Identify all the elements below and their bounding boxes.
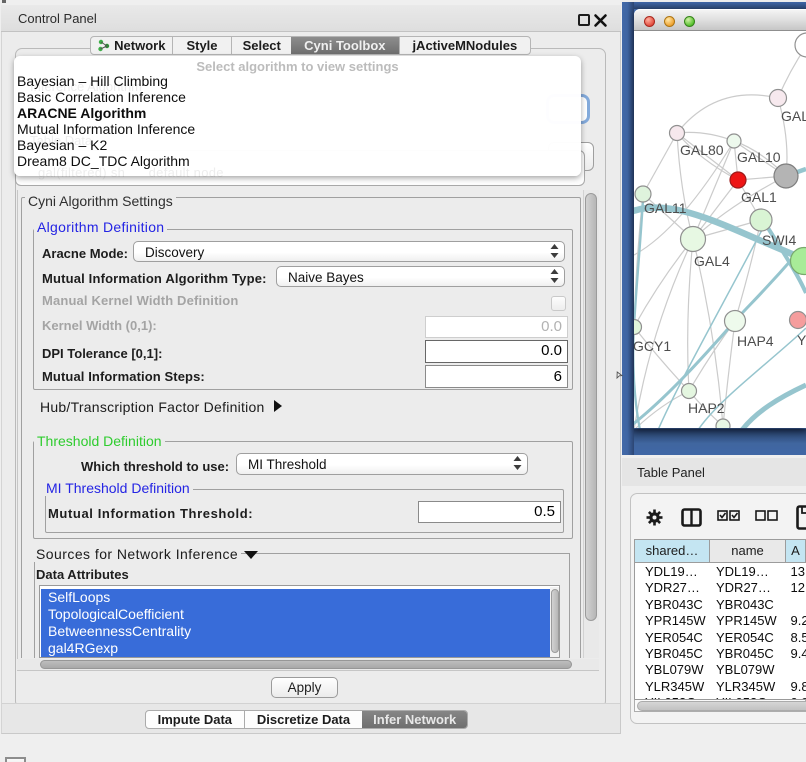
svg-text:GAL10: GAL10 [737, 149, 781, 165]
svg-text:SWI4: SWI4 [762, 232, 796, 248]
svg-text:HAP4: HAP4 [737, 333, 774, 349]
svg-text:HAP2: HAP2 [688, 400, 725, 416]
svg-text:GAL11: GAL11 [644, 200, 687, 216]
svg-text:GAL4: GAL4 [694, 253, 730, 269]
svg-text:GCY1: GCY1 [634, 338, 671, 354]
svg-text:GAL2: GAL2 [781, 108, 806, 124]
svg-text:GAL80: GAL80 [680, 142, 724, 158]
svg-text:YE: YE [797, 332, 806, 348]
svg-text:GAL1: GAL1 [741, 189, 777, 205]
